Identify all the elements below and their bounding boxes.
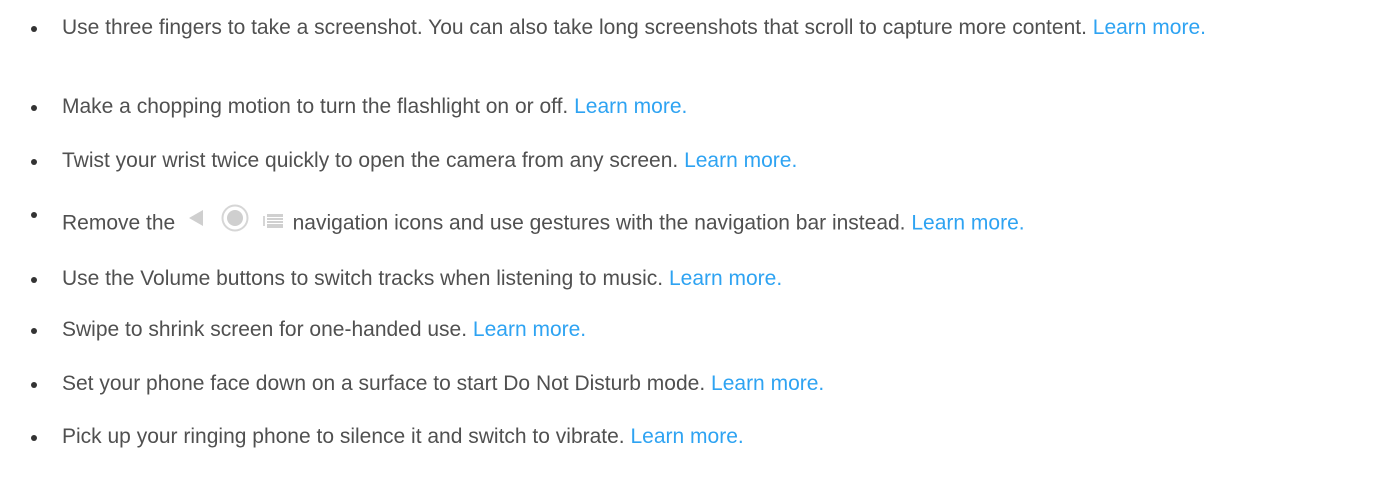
- bullet: [31, 105, 37, 111]
- list-item-text: Twist your wrist twice quickly to open t…: [62, 147, 1372, 175]
- item-text: Use the Volume buttons to switch tracks …: [62, 267, 664, 290]
- bullet: [31, 435, 37, 441]
- item-text-before: Remove the: [62, 211, 176, 235]
- item-text: Set your phone face down on a surface to…: [62, 372, 706, 395]
- learn-more-link[interactable]: Learn more.: [1093, 16, 1206, 39]
- item-text: Twist your wrist twice quickly to open t…: [62, 149, 679, 172]
- learn-more-link[interactable]: Learn more.: [684, 149, 797, 172]
- bullet: [31, 277, 37, 283]
- gesture-tips-list: Use three fingers to take a screenshot. …: [0, 0, 1379, 479]
- list-item-text: Swipe to shrink screen for one-handed us…: [62, 316, 1372, 344]
- learn-more-link[interactable]: Learn more.: [473, 318, 586, 341]
- item-text: Pick up your ringing phone to silence it…: [62, 425, 625, 448]
- bullet: [31, 212, 37, 218]
- learn-more-link[interactable]: Learn more.: [631, 425, 744, 448]
- learn-more-link[interactable]: Learn more.: [711, 372, 824, 395]
- item-text: Make a chopping motion to turn the flash…: [62, 95, 569, 118]
- learn-more-link[interactable]: Learn more.: [911, 212, 1024, 235]
- learn-more-link[interactable]: Learn more.: [574, 95, 687, 118]
- recents-icon: [262, 208, 283, 236]
- list-item-text: Make a chopping motion to turn the flash…: [62, 93, 1372, 121]
- learn-more-link[interactable]: Learn more.: [669, 267, 782, 290]
- list-item-text: Set your phone face down on a surface to…: [62, 370, 1372, 398]
- item-text-after: navigation icons and use gestures with t…: [292, 211, 906, 235]
- item-text: Use three fingers to take a screenshot. …: [62, 16, 1087, 39]
- bullet: [31, 159, 37, 165]
- bullet: [31, 382, 37, 388]
- home-circle-icon: [221, 204, 249, 240]
- bullet: [31, 328, 37, 334]
- list-item-text: Pick up your ringing phone to silence it…: [62, 423, 1372, 451]
- list-item-text: Remove the navigation icons and use gest…: [62, 204, 1372, 242]
- bullet: [31, 26, 37, 32]
- list-item-text: Use the Volume buttons to switch tracks …: [62, 265, 1372, 293]
- item-text: Swipe to shrink screen for one-handed us…: [62, 318, 468, 341]
- list-item-text: Use three fingers to take a screenshot. …: [62, 14, 1372, 42]
- back-triangle-icon: [185, 207, 207, 237]
- navigation-icons: [185, 204, 283, 240]
